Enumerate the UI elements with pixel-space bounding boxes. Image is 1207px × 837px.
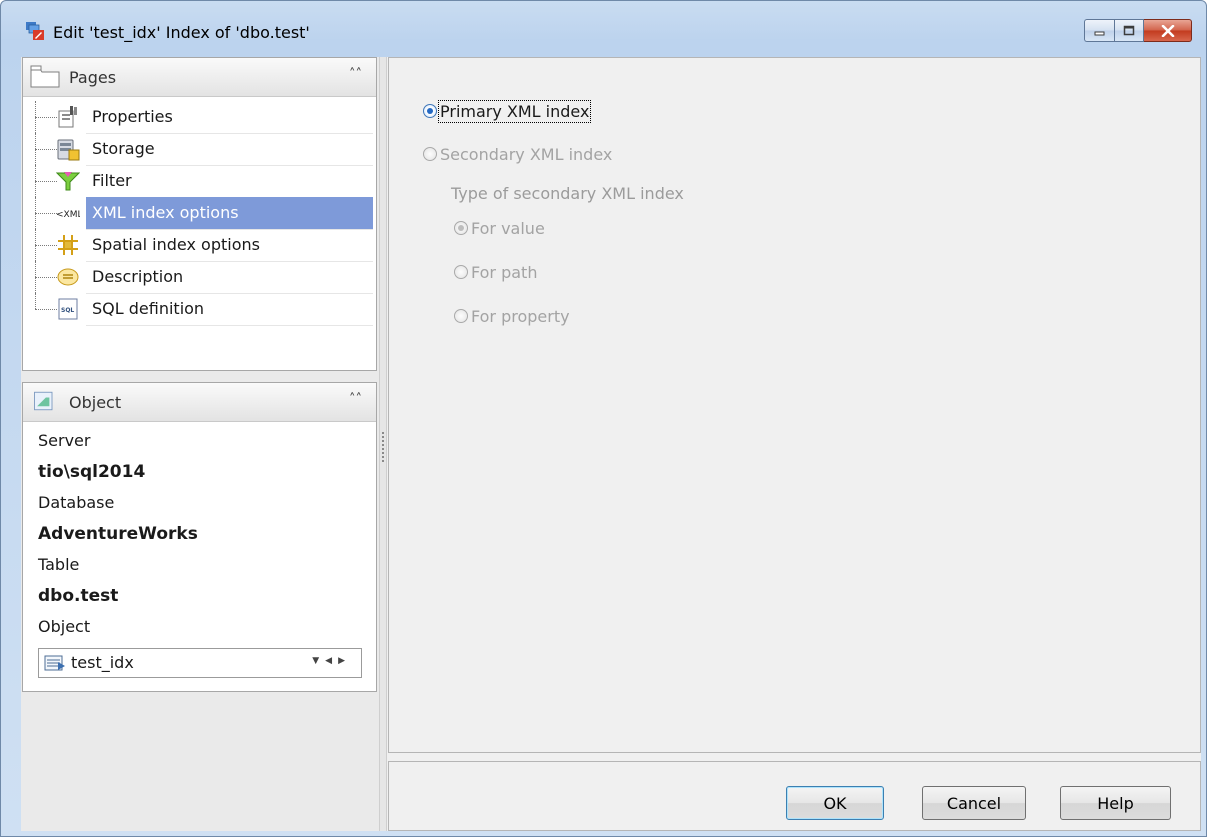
tree-item-label: SQL definition [86, 293, 373, 326]
object-icon [34, 391, 53, 411]
server-label: Server [38, 431, 91, 450]
object-panel: Object ˄˄ Server tio\sql2014 Database Ad… [22, 382, 377, 692]
filter-icon [56, 172, 80, 191]
storage-icon [57, 139, 80, 161]
xml-index-options-page: Primary XML index Secondary XML index Ty… [388, 57, 1201, 753]
spatial-grid-icon [58, 235, 78, 255]
tree-item-filter[interactable]: Filter [23, 165, 376, 198]
tree-item-xml-index-options[interactable]: <XML> XML index options [23, 197, 376, 230]
cancel-button[interactable]: Cancel [922, 786, 1026, 820]
tree-item-label: Description [86, 261, 373, 294]
help-button[interactable]: Help [1060, 786, 1171, 820]
tree-item-label: Storage [86, 133, 373, 166]
tree-item-description[interactable]: Description [23, 261, 376, 294]
secondary-xml-index-label: Secondary XML index [440, 144, 613, 164]
select-arrows-icon[interactable]: ▼◀▶ [312, 656, 351, 666]
title-bar[interactable]: Edit 'test_idx' Index of 'dbo.test' [1, 1, 1206, 51]
primary-xml-index-label: Primary XML index [437, 99, 592, 123]
close-button[interactable] [1144, 19, 1192, 42]
tree-item-label: Properties [86, 101, 373, 134]
ok-button[interactable]: OK [786, 786, 884, 820]
pages-tree: Properties Storage Filter <XML XML index… [23, 97, 376, 326]
radio-unchecked-icon [423, 147, 437, 161]
tree-item-properties[interactable]: Properties [23, 101, 376, 134]
secondary-xml-index-radio[interactable]: Secondary XML index [423, 141, 612, 167]
index-object-icon [44, 655, 65, 671]
for-value-radio[interactable]: For value [454, 215, 545, 241]
server-value: tio\sql2014 [38, 462, 146, 482]
tree-item-label: Filter [86, 165, 373, 198]
object-panel-header[interactable]: Object ˄˄ [23, 383, 376, 422]
maximize-icon [1123, 25, 1135, 36]
pages-panel-header[interactable]: Pages ˄˄ [23, 58, 376, 97]
tree-item-label: XML index options [86, 197, 373, 230]
tree-item-spatial-index-options[interactable]: Spatial index options [23, 229, 376, 262]
tree-item-sql-definition[interactable]: SQL SQL definition [23, 293, 376, 326]
for-value-label: For value [471, 218, 545, 238]
window-title: Edit 'test_idx' Index of 'dbo.test' [53, 23, 310, 42]
radio-unchecked-icon [454, 265, 468, 279]
minimize-button[interactable] [1084, 19, 1114, 42]
description-icon [57, 268, 79, 286]
tree-item-label: Spatial index options [86, 229, 373, 262]
for-path-radio[interactable]: For path [454, 259, 537, 285]
xml-icon: <XML> [56, 210, 80, 220]
svg-text:<XML>: <XML> [56, 210, 80, 220]
dialog-client-area: Pages ˄˄ Properties Storage Filter <XML … [21, 57, 1201, 831]
pages-panel: Pages ˄˄ Properties Storage Filter <XML … [22, 57, 377, 371]
table-value: dbo.test [38, 586, 119, 606]
object-panel-title: Object [69, 393, 122, 412]
maximize-button[interactable] [1114, 19, 1144, 42]
pages-folder-icon [30, 65, 60, 88]
close-icon [1161, 24, 1174, 37]
collapse-chevron-icon[interactable]: ˄˄ [349, 392, 362, 407]
primary-xml-index-radio[interactable]: Primary XML index [423, 98, 592, 124]
for-property-label: For property [471, 306, 570, 326]
properties-icon [58, 106, 77, 128]
svg-text:SQL: SQL [61, 307, 74, 314]
minimize-icon [1094, 31, 1104, 35]
left-navigation-column: Pages ˄˄ Properties Storage Filter <XML … [21, 57, 379, 831]
database-label: Database [38, 493, 115, 512]
panel-splitter[interactable] [379, 57, 387, 831]
index-edit-icon [26, 22, 44, 40]
for-property-radio[interactable]: For property [454, 303, 570, 329]
object-select[interactable]: test_idx ▼◀▶ [38, 648, 362, 678]
collapse-chevron-icon[interactable]: ˄˄ [349, 67, 362, 82]
object-select-value: test_idx [71, 653, 134, 672]
radio-checked-icon [454, 221, 468, 235]
for-path-label: For path [471, 262, 538, 282]
table-label: Table [38, 555, 80, 574]
object-label: Object [38, 617, 91, 636]
edit-index-window: Edit 'test_idx' Index of 'dbo.test' Page… [0, 0, 1207, 837]
radio-checked-icon [423, 104, 437, 118]
dialog-button-bar: OK Cancel Help [388, 761, 1201, 831]
secondary-type-group-label: Type of secondary XML index [451, 184, 684, 203]
tree-item-storage[interactable]: Storage [23, 133, 376, 166]
pages-panel-title: Pages [69, 68, 117, 87]
splitter-grip-icon[interactable] [382, 432, 386, 462]
radio-unchecked-icon [454, 309, 468, 323]
object-info: Server tio\sql2014 Database AdventureWor… [23, 422, 376, 678]
database-value: AdventureWorks [38, 524, 198, 544]
window-controls [1084, 19, 1192, 42]
sql-icon: SQL [58, 298, 78, 320]
